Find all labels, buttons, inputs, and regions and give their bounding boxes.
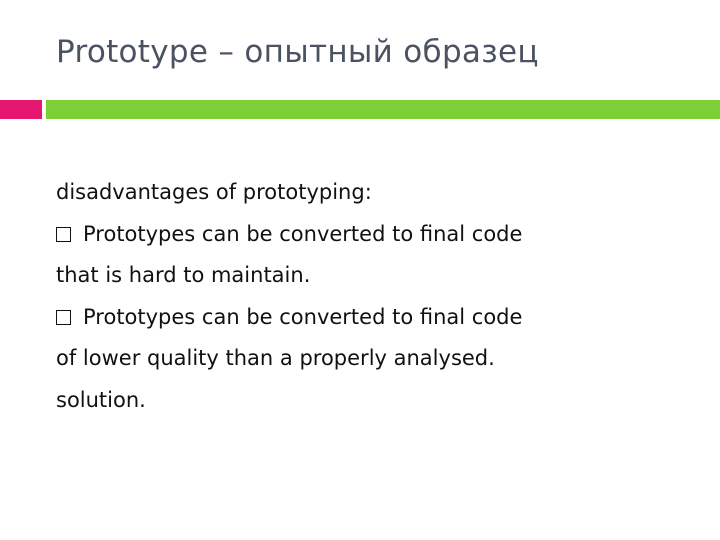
intro-text: disadvantages of prototyping: — [56, 180, 372, 204]
bullet-text: Prototypes can be converted to final cod… — [83, 304, 523, 329]
bullet-line: Prototypes can be converted to final cod… — [56, 297, 696, 339]
slide-title: Prototype – опытный образец — [56, 34, 539, 70]
bullet-item: Prototypes can be converted to final cod… — [56, 297, 696, 422]
slide-body: disadvantages of prototyping: Prototypes… — [56, 172, 696, 422]
bullet-line: Prototypes can be converted to final cod… — [56, 214, 696, 256]
slide: Prototype – опытный образец disadvantage… — [0, 0, 720, 540]
bullet-continuation: solution. — [56, 387, 146, 412]
bullet-item: Prototypes can be converted to final cod… — [56, 214, 696, 297]
bullet-continuation: that is hard to maintain. — [56, 263, 311, 288]
title-accent-bar — [0, 100, 42, 119]
title-underline-bar — [46, 100, 720, 119]
bullet-text: Prototypes can be converted to final cod… — [83, 221, 523, 246]
square-bullet-icon — [56, 309, 71, 325]
bullet-continuation: of lower quality than a properly analyse… — [56, 346, 495, 371]
square-bullet-icon — [56, 226, 71, 242]
